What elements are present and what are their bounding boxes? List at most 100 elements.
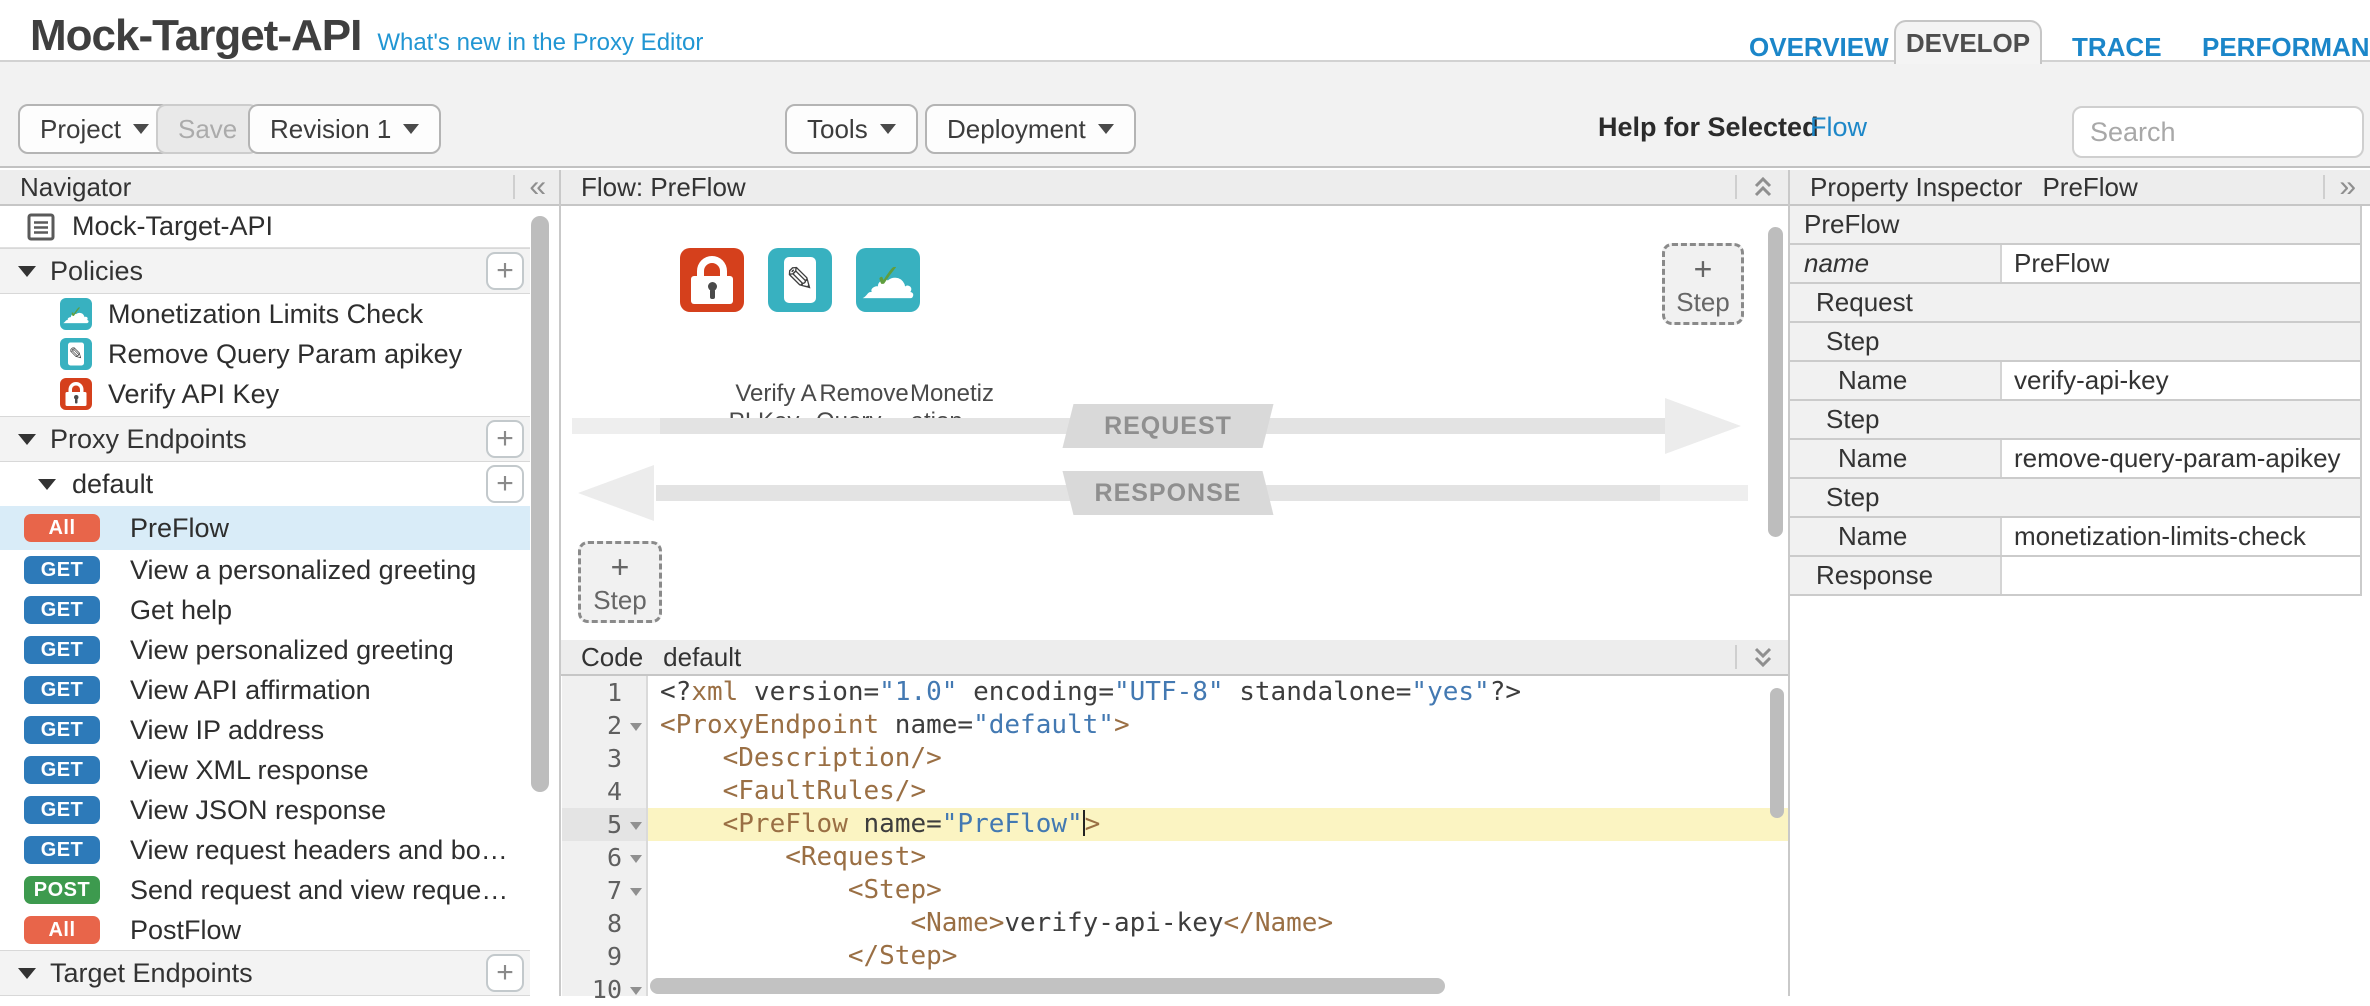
section-label: Policies: [50, 256, 143, 287]
tab-trace[interactable]: TRACE: [2072, 32, 2162, 63]
flow-policy-remove-query-param[interactable]: Remove Query …: [768, 248, 832, 317]
method-badge-get: GET: [24, 796, 100, 824]
flow-label: View JSON response: [130, 795, 386, 826]
collapse-panel-icon[interactable]: «: [529, 172, 546, 202]
flow-header: Flow: PreFlow: [561, 170, 1789, 206]
inspector-value-name[interactable]: PreFlow: [2000, 245, 2360, 282]
navigator-scrollbar[interactable]: [531, 216, 549, 792]
inspector-label: Name: [1790, 518, 2000, 555]
flow-item[interactable]: GET View request headers and bo…: [0, 830, 530, 870]
line-number: 3: [562, 742, 646, 775]
deployment-menu-button[interactable]: Deployment: [925, 104, 1136, 154]
inspector-value-response[interactable]: [2000, 557, 2360, 594]
add-step-button-response[interactable]: + Step: [578, 541, 662, 623]
line-number: 8: [562, 907, 646, 940]
endpoint-group-label: default: [72, 469, 153, 500]
divider: [2323, 175, 2325, 199]
panel-divider: [1788, 170, 1790, 996]
section-target-endpoints[interactable]: Target Endpoints +: [0, 950, 530, 996]
collapse-down-icon[interactable]: [1751, 644, 1775, 670]
flow-item[interactable]: GET View JSON response: [0, 790, 530, 830]
flow-item[interactable]: GET View IP address: [0, 710, 530, 750]
endpoint-group-default[interactable]: default +: [0, 462, 530, 506]
code-horizontal-scrollbar[interactable]: [650, 978, 1445, 994]
help-flow-link[interactable]: Flow: [1810, 112, 1867, 143]
response-arrow-stub: [1660, 485, 1748, 501]
help-for-selected-label: Help for Selected: [1598, 112, 1819, 143]
flow-item[interactable]: GET Get help: [0, 590, 530, 630]
code-line[interactable]: <Request>: [648, 841, 1788, 874]
flow-item[interactable]: GET View XML response: [0, 750, 530, 790]
method-badge-get: GET: [24, 556, 100, 584]
code-line[interactable]: <?xml version="1.0" encoding="UTF-8" sta…: [648, 676, 1788, 709]
flow-scrollbar[interactable]: [1768, 227, 1783, 537]
search-input[interactable]: [2072, 106, 2364, 158]
revision-menu-button[interactable]: Revision 1: [248, 104, 441, 154]
inspector-field-row: Name verify-api-key: [1790, 362, 2362, 401]
whats-new-link[interactable]: What's new in the Proxy Editor: [377, 31, 703, 55]
add-policy-button[interactable]: +: [486, 252, 524, 290]
tab-overview[interactable]: OVERVIEW: [1749, 32, 1889, 63]
save-label: Save: [178, 114, 237, 145]
lock-icon: [60, 378, 92, 410]
collapse-up-icon[interactable]: [1751, 174, 1775, 200]
fold-arrow-icon[interactable]: [630, 723, 642, 731]
flow-item-postflow[interactable]: All PostFlow: [0, 910, 530, 950]
tab-performance[interactable]: PERFORMANCE: [2202, 32, 2370, 63]
tab-develop-label: DEVELOP: [1906, 28, 2030, 59]
add-step-button-request[interactable]: + Step: [1662, 243, 1744, 325]
line-number: 4: [562, 775, 646, 808]
add-target-endpoint-button[interactable]: +: [486, 954, 524, 992]
save-button[interactable]: Save: [156, 104, 259, 154]
expand-panel-icon[interactable]: »: [2339, 172, 2356, 202]
code-line[interactable]: <FaultRules/>: [648, 775, 1788, 808]
code-line[interactable]: <PreFlow name="PreFlow">: [648, 808, 1788, 841]
tools-menu-button[interactable]: Tools: [785, 104, 918, 154]
fold-arrow-icon[interactable]: [630, 855, 642, 863]
flow-policy-monetization[interactable]: Monetiz ation …: [856, 248, 920, 317]
tab-develop[interactable]: DEVELOP: [1894, 20, 2042, 64]
fold-arrow-icon[interactable]: [630, 822, 642, 830]
code-line[interactable]: <Name>verify-api-key</Name>: [648, 907, 1788, 940]
code-line[interactable]: </Step>: [648, 940, 1788, 973]
property-inspector-header: Property Inspector PreFlow »: [1790, 170, 2370, 206]
flow-item-preflow[interactable]: All PreFlow: [0, 506, 530, 550]
project-menu-label: Project: [40, 114, 121, 145]
request-label: REQUEST: [1068, 404, 1268, 448]
inspector-value-step-name[interactable]: monetization-limits-check: [2000, 518, 2360, 555]
request-flow-band: REQUEST: [1063, 404, 1274, 448]
fold-arrow-icon[interactable]: [630, 987, 642, 995]
code-lines[interactable]: <?xml version="1.0" encoding="UTF-8" sta…: [648, 676, 1788, 996]
code-line[interactable]: <Description/>: [648, 742, 1788, 775]
policy-item-remove-query-param-apikey[interactable]: Remove Query Param apikey: [0, 334, 530, 374]
inspector-value-step-name[interactable]: verify-api-key: [2000, 362, 2360, 399]
inspector-label: PreFlow: [1790, 206, 1899, 243]
policy-item-monetization-limits-check[interactable]: Monetization Limits Check: [0, 294, 530, 334]
property-inspector-title: Property Inspector: [1810, 172, 2022, 203]
cloud-check-icon: [60, 298, 92, 330]
flow-item[interactable]: GET View a personalized greeting: [0, 550, 530, 590]
inspector-group-row: Step: [1790, 323, 2362, 362]
inspector-label: Request: [1790, 284, 1913, 321]
policy-item-verify-api-key[interactable]: Verify API Key: [0, 374, 530, 414]
line-number: 10: [562, 973, 646, 1006]
flow-item[interactable]: GET View API affirmation: [0, 670, 530, 710]
method-badge-post: POST: [24, 876, 100, 904]
section-policies[interactable]: Policies +: [0, 248, 530, 294]
section-label: Target Endpoints: [50, 958, 253, 989]
flow-policy-verify-api-key[interactable]: Verify A PI Key…: [680, 248, 744, 317]
section-proxy-endpoints[interactable]: Proxy Endpoints +: [0, 416, 530, 462]
flow-item[interactable]: GET View personalized greeting: [0, 630, 530, 670]
fold-arrow-icon[interactable]: [630, 888, 642, 896]
code-line[interactable]: <Step>: [648, 874, 1788, 907]
line-number: 9: [562, 940, 646, 973]
project-menu-button[interactable]: Project: [18, 104, 171, 154]
code-vertical-scrollbar[interactable]: [1770, 688, 1784, 818]
flow-item[interactable]: POST Send request and view reque…: [0, 870, 530, 910]
add-proxy-endpoint-button[interactable]: +: [486, 420, 524, 458]
inspector-value-step-name[interactable]: remove-query-param-apikey: [2000, 440, 2360, 477]
code-line[interactable]: <ProxyEndpoint name="default">: [648, 709, 1788, 742]
add-flow-button[interactable]: +: [486, 465, 524, 503]
tree-item-api-proxy[interactable]: Mock-Target-API: [0, 206, 530, 248]
chevron-down-icon: [403, 124, 419, 134]
